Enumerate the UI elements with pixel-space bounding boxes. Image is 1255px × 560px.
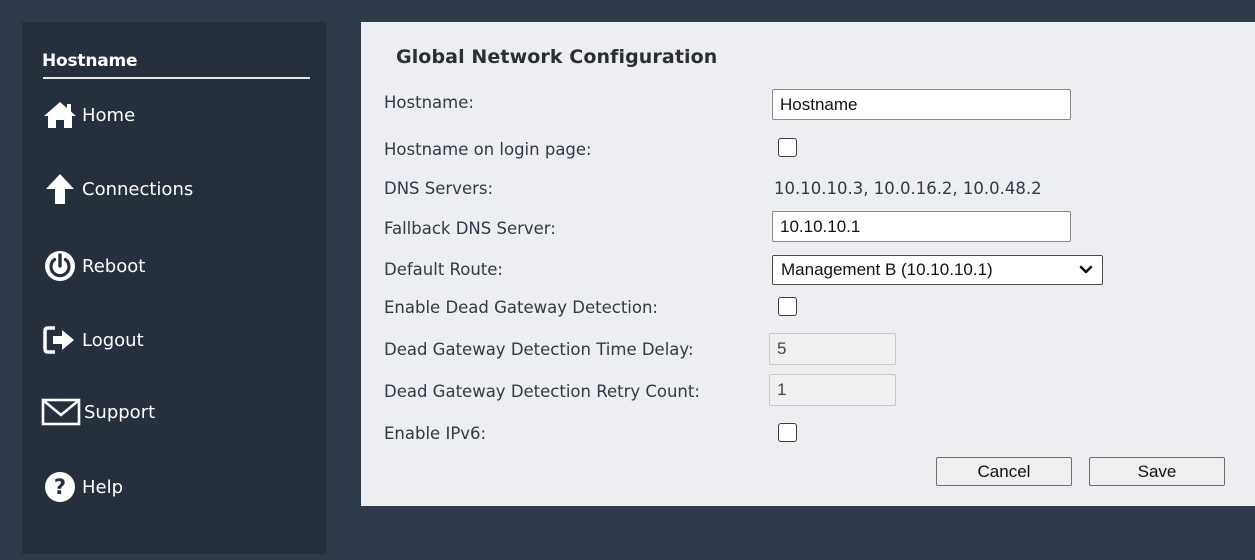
ipv6-label: Enable IPv6: [384, 424, 487, 443]
dead-gateway-checkbox[interactable] [778, 297, 797, 316]
sidebar-item-logout[interactable]: Logout [40, 320, 144, 360]
hostname-login-label: Hostname on login page: [384, 140, 592, 159]
sidebar-item-reboot[interactable]: Reboot [40, 246, 145, 286]
hostname-input[interactable] [772, 89, 1071, 120]
sidebar-item-support[interactable]: Support [40, 392, 155, 432]
retry-count-input[interactable] [769, 374, 896, 406]
sidebar-item-label: Help [82, 476, 124, 498]
time-delay-label: Dead Gateway Detection Time Delay: [384, 340, 694, 359]
panel-title: Global Network Configuration [396, 46, 718, 68]
sidebar-divider [43, 77, 310, 79]
default-route-select[interactable]: Management B (10.10.10.1) [772, 255, 1103, 285]
home-icon [40, 95, 80, 135]
sidebar-title: Hostname [42, 51, 138, 71]
sidebar-item-label: Support [84, 401, 156, 423]
fallback-dns-label: Fallback DNS Server: [384, 219, 556, 238]
sidebar-item-label: Reboot [82, 255, 146, 277]
logout-icon [40, 320, 80, 360]
svg-text:?: ? [54, 475, 66, 499]
sidebar-item-connections[interactable]: Connections [40, 169, 193, 209]
default-route-value: Management B (10.10.10.1) [781, 260, 993, 279]
sidebar: Hostname Home Connections Reboot Logout … [22, 22, 326, 554]
hostname-login-checkbox[interactable] [778, 138, 797, 157]
hostname-label: Hostname: [384, 93, 474, 112]
question-icon: ? [40, 467, 80, 507]
retry-count-label: Dead Gateway Detection Retry Count: [384, 382, 700, 401]
sidebar-item-label: Home [82, 104, 136, 126]
power-icon [40, 246, 80, 286]
envelope-icon [40, 392, 82, 432]
sidebar-item-label: Connections [82, 178, 194, 200]
dns-servers-label: DNS Servers: [384, 179, 494, 198]
time-delay-input[interactable] [769, 333, 896, 365]
page: Hostname Home Connections Reboot Logout … [0, 0, 1255, 560]
fallback-dns-input[interactable] [772, 211, 1071, 242]
sidebar-item-label: Logout [82, 329, 144, 351]
default-route-label: Default Route: [384, 260, 503, 279]
network-config-panel: Global Network Configuration Hostname: H… [361, 22, 1255, 506]
dns-servers-value: 10.10.10.3, 10.0.16.2, 10.0.48.2 [774, 179, 1042, 198]
arrow-up-icon [40, 169, 80, 209]
sidebar-item-help[interactable]: ? Help [40, 467, 123, 507]
ipv6-checkbox[interactable] [778, 423, 797, 442]
dead-gateway-label: Enable Dead Gateway Detection: [384, 298, 658, 317]
save-button[interactable]: Save [1089, 457, 1225, 486]
chevron-down-icon [1078, 262, 1094, 278]
sidebar-item-home[interactable]: Home [40, 95, 135, 135]
cancel-button[interactable]: Cancel [936, 457, 1072, 486]
